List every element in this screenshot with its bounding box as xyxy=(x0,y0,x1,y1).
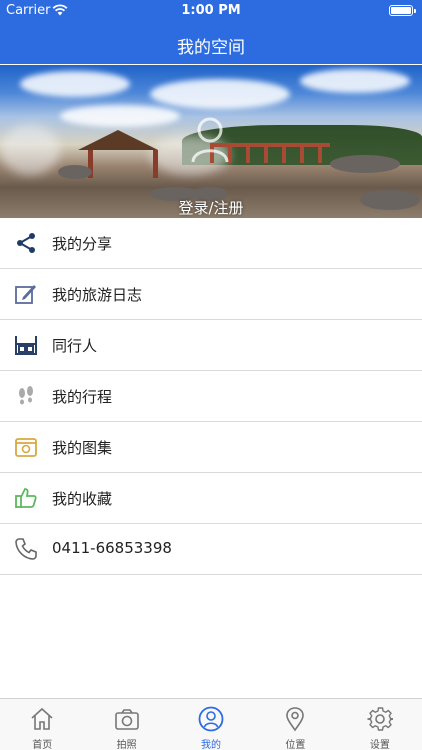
tab-label: 我的 xyxy=(201,740,222,750)
status-bar: Carrier 1:00 PM xyxy=(0,0,422,22)
tab-label: 位置 xyxy=(285,740,306,750)
tab-camera[interactable]: 拍照 xyxy=(84,699,168,750)
tab-home[interactable]: 首页 xyxy=(0,699,84,750)
user-avatar-icon[interactable] xyxy=(185,112,235,166)
tab-label: 设置 xyxy=(369,740,390,750)
camera-icon xyxy=(114,709,139,730)
top-bar: Carrier 1:00 PM 我的空间 xyxy=(0,0,422,64)
login-register-link[interactable]: 登录/注册 xyxy=(0,197,422,218)
menu-item-my-shares[interactable]: 我的分享 xyxy=(0,218,422,269)
menu-item-label: 我的旅游日志 xyxy=(52,286,143,304)
tab-bar: 首页 拍照 我的 位置 设置 xyxy=(0,698,422,750)
tab-mine[interactable]: 我的 xyxy=(169,699,253,750)
phone-icon xyxy=(15,538,37,560)
menu-item-travel-journal[interactable]: 我的旅游日志 xyxy=(0,269,422,320)
profile-banner[interactable] xyxy=(0,65,422,218)
menu-item-label: 同行人 xyxy=(52,337,98,355)
menu-item-label: 我的图集 xyxy=(52,439,113,457)
menu-item-album[interactable]: 我的图集 xyxy=(0,422,422,473)
footprints-icon xyxy=(19,386,33,405)
status-time: 1:00 PM xyxy=(181,3,241,18)
battery-icon xyxy=(389,5,416,16)
menu-item-label: 我的行程 xyxy=(52,388,113,406)
tab-label: 首页 xyxy=(32,740,53,750)
page-title: 我的空间 xyxy=(177,38,245,58)
menu-item-companions[interactable]: 同行人 xyxy=(0,320,422,371)
thumbs-up-icon xyxy=(15,488,37,508)
home-icon xyxy=(31,707,53,730)
menu-item-label: 我的收藏 xyxy=(52,490,113,508)
edit-icon xyxy=(15,285,36,304)
album-icon xyxy=(15,438,37,457)
user-icon xyxy=(198,706,224,732)
my-space-screen: Carrier 1:00 PM 我的空间 登录/注册 我的分享 我的旅游日志 同… xyxy=(0,0,422,750)
tab-label: 拍照 xyxy=(116,740,137,750)
location-pin-icon xyxy=(286,707,305,732)
menu-item-phone[interactable]: 0411-66853398 xyxy=(0,524,422,575)
menu-item-label: 我的分享 xyxy=(52,235,113,253)
tab-settings[interactable]: 设置 xyxy=(338,699,422,750)
menu-item-favorites[interactable]: 我的收藏 xyxy=(0,473,422,524)
menu-item-itinerary[interactable]: 我的行程 xyxy=(0,371,422,422)
gear-icon xyxy=(367,707,393,731)
companions-icon xyxy=(15,336,37,355)
tab-location[interactable]: 位置 xyxy=(253,699,337,750)
menu-list: 我的分享 我的旅游日志 同行人 我的行程 我的图集 我的收藏 0411-6685… xyxy=(0,218,422,575)
phone-number: 0411-66853398 xyxy=(52,539,172,557)
share-icon xyxy=(17,233,35,253)
